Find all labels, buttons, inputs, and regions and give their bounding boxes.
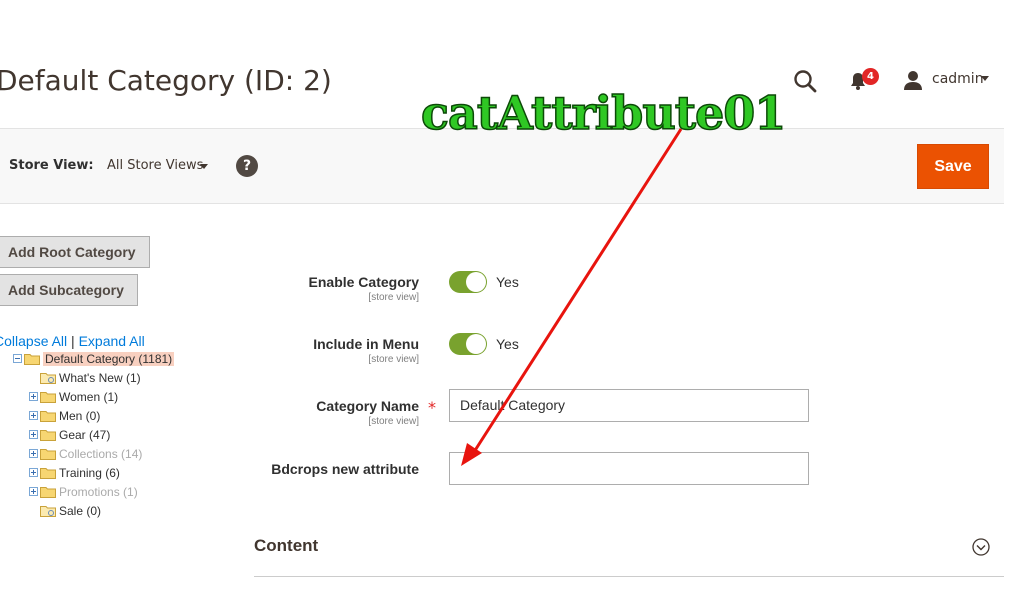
content-section-title[interactable]: Content: [254, 536, 318, 556]
collapse-icon[interactable]: [13, 354, 22, 363]
expand-icon[interactable]: [29, 487, 38, 496]
expand-all-link[interactable]: Expand All: [79, 333, 145, 349]
add-subcategory-button[interactable]: Add Subcategory: [0, 274, 138, 306]
folder-icon: [40, 448, 56, 460]
store-view-switcher[interactable]: All Store Views: [107, 158, 203, 173]
include-in-menu-label: Include in Menu: [313, 336, 419, 352]
tree-node-label[interactable]: Promotions (1): [59, 485, 138, 499]
tree-node[interactable]: Men (0): [29, 406, 174, 425]
include-in-menu-value: Yes: [496, 336, 519, 352]
scope-label: [store view]: [368, 292, 419, 303]
folder-icon: [40, 391, 56, 403]
notification-badge[interactable]: 4: [862, 68, 879, 85]
toggle-knob: [466, 334, 486, 354]
question-icon[interactable]: ?: [236, 155, 258, 177]
collapse-all-link[interactable]: Collapse All: [0, 333, 67, 349]
tree-node-label[interactable]: Sale (0): [59, 504, 101, 518]
expand-icon[interactable]: [29, 392, 38, 401]
folder-icon: [40, 429, 56, 441]
include-in-menu-toggle[interactable]: [449, 333, 487, 355]
tree-node-label[interactable]: Collections (14): [59, 447, 142, 461]
expand-icon[interactable]: [29, 411, 38, 420]
folder-icon: [24, 353, 40, 365]
folder-icon: [40, 410, 56, 422]
enable-category-value: Yes: [496, 274, 519, 290]
tree-node[interactable]: Women (1): [29, 387, 174, 406]
annotation-label: catAttribute01: [420, 85, 787, 141]
caret-down-icon[interactable]: [200, 164, 208, 169]
enable-category-toggle[interactable]: [449, 271, 487, 293]
expand-icon[interactable]: [29, 449, 38, 458]
tree-controls: Collapse All | Expand All: [0, 333, 145, 349]
tree-node[interactable]: Default Category (1181): [13, 349, 175, 368]
scope-label: [store view]: [368, 416, 419, 427]
required-mark: *: [428, 398, 436, 417]
folder-icon: [40, 486, 56, 498]
add-root-category-button[interactable]: Add Root Category: [0, 236, 150, 268]
tree-node[interactable]: Training (6): [29, 463, 174, 482]
user-icon[interactable]: [902, 69, 924, 91]
category-name-input[interactable]: Default Category: [449, 389, 809, 422]
tree-node[interactable]: What's New (1): [40, 368, 174, 387]
tree-node-label[interactable]: Women (1): [59, 390, 118, 404]
tree-node-label[interactable]: What's New (1): [59, 371, 141, 385]
page-title: Default Category (ID: 2): [0, 64, 332, 97]
tree-node-label[interactable]: Default Category (1181): [43, 351, 175, 366]
folder-icon: [40, 372, 56, 384]
tree-node[interactable]: Sale (0): [40, 501, 174, 520]
username[interactable]: cadmin: [932, 71, 984, 87]
separator: |: [71, 333, 75, 349]
toggle-knob: [466, 272, 486, 292]
scope-label: [store view]: [368, 354, 419, 365]
tree-node[interactable]: Gear (47): [29, 425, 174, 444]
tree-node-label[interactable]: Training (6): [59, 466, 120, 480]
chevron-down-circle-icon[interactable]: [972, 538, 990, 556]
section-divider: [254, 576, 1004, 577]
tree-node-label[interactable]: Gear (47): [59, 428, 110, 442]
caret-down-icon[interactable]: [981, 76, 989, 81]
search-icon[interactable]: [792, 68, 818, 94]
bdcrops-attribute-label: Bdcrops new attribute: [271, 461, 419, 477]
bdcrops-attribute-input[interactable]: [449, 452, 809, 485]
expand-icon[interactable]: [29, 430, 38, 439]
tree-node-label[interactable]: Men (0): [59, 409, 100, 423]
save-button[interactable]: Save: [917, 144, 989, 189]
folder-icon: [40, 505, 56, 517]
enable-category-label: Enable Category: [308, 274, 419, 290]
expand-icon[interactable]: [29, 468, 38, 477]
tree-node[interactable]: Collections (14): [29, 444, 174, 463]
folder-icon: [40, 467, 56, 479]
tree-node[interactable]: Promotions (1): [29, 482, 174, 501]
store-view-label: Store View:: [9, 158, 94, 173]
category-name-label: Category Name: [316, 398, 419, 414]
category-tree: Default Category (1181) What's New (1) W…: [13, 349, 175, 520]
